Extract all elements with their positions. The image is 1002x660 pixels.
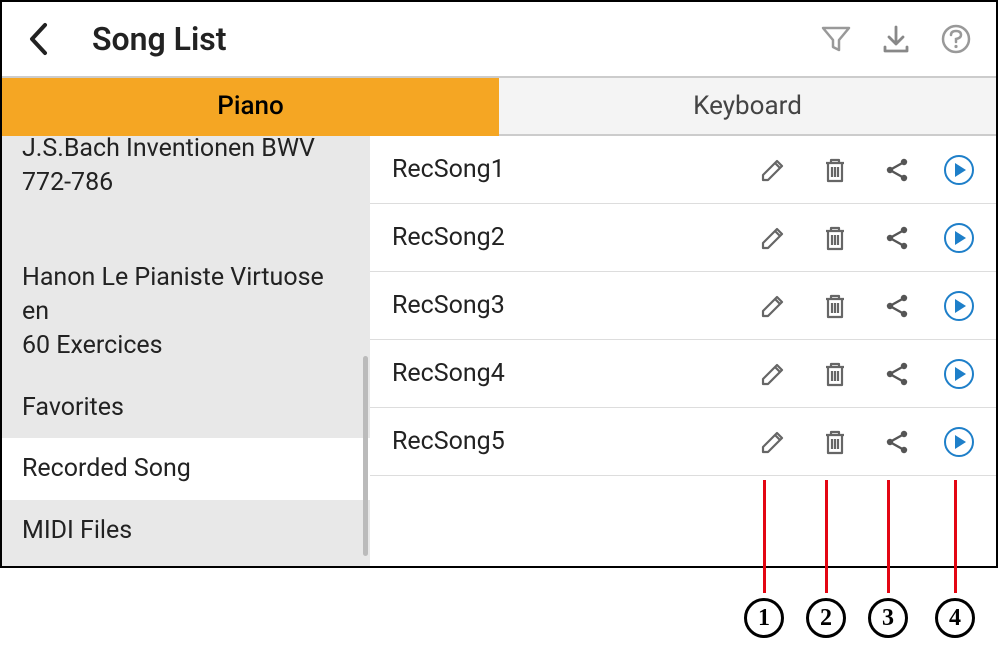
song-row: RecSong3 — [370, 272, 996, 340]
play-icon — [943, 154, 975, 186]
pencil-icon — [759, 224, 787, 252]
sidebar-item-label: MIDI Files — [22, 516, 132, 545]
share-icon — [883, 156, 911, 184]
song-row: RecSong2 — [370, 204, 996, 272]
trash-icon — [821, 428, 849, 456]
song-name: RecSong4 — [392, 359, 756, 388]
share-icon — [883, 428, 911, 456]
play-button[interactable] — [942, 425, 976, 459]
pencil-icon — [759, 428, 787, 456]
sidebar-item-label: J.S.Bach Inventionen BWV 772-786 — [22, 136, 315, 197]
sidebar-item-hanon[interactable]: Hanon Le Pianiste Virtuose en 60 Exercic… — [2, 214, 370, 377]
delete-button[interactable] — [818, 153, 852, 187]
callout-number: 1 — [744, 598, 784, 638]
sidebar-item-favorites[interactable]: Favorites — [2, 377, 370, 439]
chevron-left-icon — [27, 22, 49, 56]
edit-button[interactable] — [756, 153, 790, 187]
play-icon — [943, 222, 975, 254]
callout-number: 3 — [868, 598, 908, 638]
help-icon — [940, 23, 972, 55]
delete-button[interactable] — [818, 425, 852, 459]
edit-button[interactable] — [756, 425, 790, 459]
header-bar: Song List — [2, 2, 996, 78]
song-row: RecSong1 — [370, 136, 996, 204]
play-button[interactable] — [942, 221, 976, 255]
callout-number: 4 — [935, 598, 975, 638]
song-row: RecSong4 — [370, 340, 996, 408]
share-button[interactable] — [880, 425, 914, 459]
delete-button[interactable] — [818, 357, 852, 391]
download-icon — [880, 23, 912, 55]
trash-icon — [821, 224, 849, 252]
tab-bar: Piano Keyboard — [2, 78, 996, 136]
help-button[interactable] — [938, 21, 974, 57]
song-name: RecSong2 — [392, 223, 756, 252]
play-icon — [943, 290, 975, 322]
share-button[interactable] — [880, 221, 914, 255]
back-button[interactable] — [14, 15, 62, 63]
delete-button[interactable] — [818, 221, 852, 255]
tab-keyboard[interactable]: Keyboard — [499, 78, 996, 136]
scrollbar-thumb[interactable] — [363, 356, 368, 556]
trash-icon — [821, 292, 849, 320]
share-button[interactable] — [880, 357, 914, 391]
share-icon — [883, 292, 911, 320]
share-icon — [883, 224, 911, 252]
sidebar-item-label: Favorites — [22, 393, 124, 422]
song-list: RecSong1 RecSong2 RecSong3 — [370, 136, 996, 566]
trash-icon — [821, 360, 849, 388]
sidebar-item-bach[interactable]: J.S.Bach Inventionen BWV 772-786 — [2, 136, 370, 214]
tab-label: Piano — [217, 91, 283, 121]
delete-button[interactable] — [818, 289, 852, 323]
play-icon — [943, 358, 975, 390]
play-button[interactable] — [942, 153, 976, 187]
share-icon — [883, 360, 911, 388]
sidebar-item-label: Recorded Song — [22, 454, 191, 483]
share-button[interactable] — [880, 289, 914, 323]
sidebar-item-midi-files[interactable]: MIDI Files — [2, 500, 370, 562]
filter-icon — [820, 23, 852, 55]
pencil-icon — [759, 292, 787, 320]
header-actions — [818, 21, 974, 57]
sidebar-item-recorded-song[interactable]: Recorded Song — [2, 438, 370, 500]
pencil-icon — [759, 156, 787, 184]
tab-label: Keyboard — [693, 91, 802, 121]
page-title: Song List — [92, 20, 818, 58]
play-button[interactable] — [942, 357, 976, 391]
filter-button[interactable] — [818, 21, 854, 57]
tab-piano[interactable]: Piano — [2, 78, 499, 136]
pencil-icon — [759, 360, 787, 388]
share-button[interactable] — [880, 153, 914, 187]
content-area: J.S.Bach Inventionen BWV 772-786 Hanon L… — [2, 136, 996, 566]
play-icon — [943, 426, 975, 458]
song-name: RecSong5 — [392, 427, 756, 456]
song-actions — [756, 221, 976, 255]
play-button[interactable] — [942, 289, 976, 323]
app-window: Song List Piano — [0, 0, 998, 568]
song-name: RecSong3 — [392, 291, 756, 320]
edit-button[interactable] — [756, 221, 790, 255]
song-row: RecSong5 — [370, 408, 996, 476]
song-actions — [756, 289, 976, 323]
download-button[interactable] — [878, 21, 914, 57]
callout-number: 2 — [806, 598, 846, 638]
song-actions — [756, 153, 976, 187]
sidebar: J.S.Bach Inventionen BWV 772-786 Hanon L… — [2, 136, 370, 566]
edit-button[interactable] — [756, 289, 790, 323]
song-actions — [756, 425, 976, 459]
song-name: RecSong1 — [392, 155, 756, 184]
song-actions — [756, 357, 976, 391]
trash-icon — [821, 156, 849, 184]
edit-button[interactable] — [756, 357, 790, 391]
sidebar-item-label: Hanon Le Pianiste Virtuose en 60 Exercic… — [22, 263, 324, 360]
